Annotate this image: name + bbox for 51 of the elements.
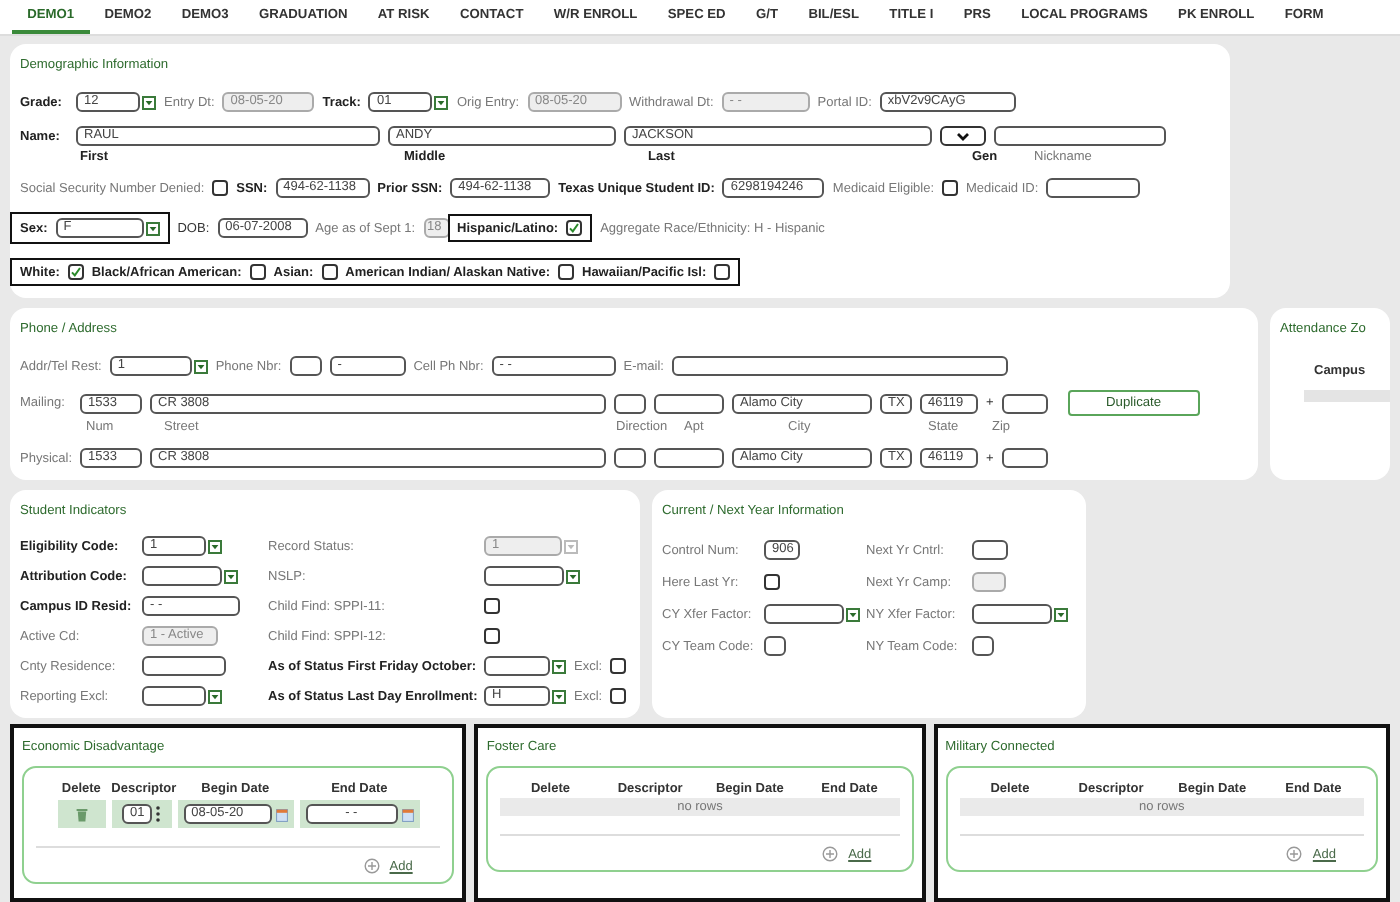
- input-field[interactable]: [972, 636, 994, 656]
- checkbox[interactable]: [942, 180, 959, 196]
- dropdown-field[interactable]: [484, 656, 550, 676]
- input-field[interactable]: [672, 356, 1008, 376]
- checkbox[interactable]: [566, 220, 583, 236]
- dropdown-arrow-button[interactable]: [208, 689, 222, 703]
- checkbox[interactable]: [484, 598, 500, 614]
- dropdown-field[interactable]: [484, 566, 564, 586]
- dropdown-arrow-button[interactable]: [208, 539, 222, 553]
- input-field[interactable]: [614, 393, 646, 413]
- input-field[interactable]: [1001, 448, 1048, 468]
- dropdown-field[interactable]: [940, 126, 986, 146]
- input-field[interactable]: [654, 393, 724, 413]
- dropdown-arrow-button[interactable]: [142, 95, 156, 109]
- checkbox[interactable]: [714, 264, 731, 280]
- dropdown-arrow-button[interactable]: [846, 607, 860, 621]
- dropdown-arrow-button[interactable]: [552, 659, 566, 673]
- checkbox[interactable]: [558, 264, 574, 280]
- dropdown-arrow-button[interactable]: [434, 95, 449, 109]
- input-field[interactable]: [1001, 393, 1048, 413]
- dropdown-field[interactable]: [142, 566, 222, 586]
- checkbox[interactable]: [610, 658, 627, 674]
- add-icon[interactable]: [822, 846, 839, 862]
- checkbox[interactable]: [249, 264, 266, 280]
- checkbox[interactable]: [212, 180, 229, 196]
- checkbox[interactable]: [67, 264, 84, 280]
- dropdown-arrow-button[interactable]: [224, 569, 238, 583]
- input-field[interactable]: [994, 126, 1166, 146]
- checkbox[interactable]: [484, 628, 500, 644]
- dropdown-field[interactable]: [972, 604, 1052, 624]
- dropdown-arrow-button[interactable]: [145, 221, 160, 235]
- dropdown-arrow-button[interactable]: [552, 689, 566, 703]
- more-icon[interactable]: [156, 806, 161, 822]
- input-field[interactable]: [764, 636, 786, 656]
- dropdown-field[interactable]: [142, 686, 206, 706]
- input-field[interactable]: [972, 540, 1008, 560]
- input-field[interactable]: [142, 656, 226, 676]
- chevron-icon: [956, 131, 970, 141]
- input-field[interactable]: [654, 448, 724, 468]
- dropdown-arrow-button[interactable]: [193, 359, 208, 373]
- dropdown-arrow-button[interactable]: [1054, 607, 1068, 621]
- add-icon[interactable]: [363, 858, 380, 874]
- input-field[interactable]: [614, 448, 646, 468]
- dropdown-arrow-button[interactable]: [566, 569, 580, 583]
- checkbox[interactable]: [610, 688, 627, 704]
- input-field[interactable]: [1046, 178, 1141, 198]
- checkbox[interactable]: [321, 264, 338, 280]
- add-icon[interactable]: [1286, 846, 1303, 862]
- checkbox[interactable]: [764, 574, 780, 590]
- dropdown-field[interactable]: [764, 604, 844, 624]
- input-field[interactable]: [289, 356, 322, 376]
